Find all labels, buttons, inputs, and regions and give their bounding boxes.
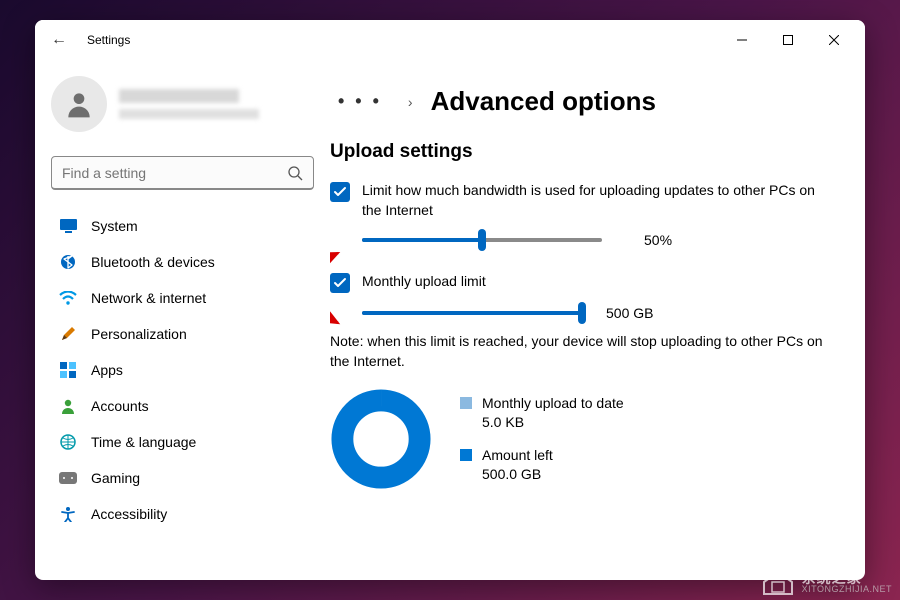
apps-icon [59, 361, 77, 379]
sidebar-item-label: System [91, 218, 138, 234]
sidebar-item-label: Network & internet [91, 290, 206, 306]
sidebar-item-accounts[interactable]: Accounts [47, 388, 318, 424]
monthly-slider-value: 500 GB [606, 305, 666, 321]
search-icon [287, 165, 303, 181]
profile-text [119, 89, 314, 119]
bandwidth-slider[interactable] [362, 230, 602, 250]
avatar [51, 76, 107, 132]
minimize-button[interactable] [719, 24, 765, 56]
window-controls [719, 24, 857, 56]
legend-text-left: Amount left 500.0 GB [482, 446, 553, 484]
sidebar-item-label: Accounts [91, 398, 149, 414]
sidebar-item-apps[interactable]: Apps [47, 352, 318, 388]
sidebar-item-personalization[interactable]: Personalization [47, 316, 318, 352]
monthly-slider[interactable] [362, 303, 582, 323]
slider-thumb[interactable] [478, 229, 486, 251]
slider-fill [362, 238, 482, 242]
slider-thumb[interactable] [578, 302, 586, 324]
bluetooth-icon [59, 253, 77, 271]
usage-legend: Monthly upload to date 5.0 KB Amount lef… [460, 394, 624, 484]
legend-left-value: 500.0 GB [482, 465, 553, 484]
bandwidth-limit-label: Limit how much bandwidth is used for upl… [362, 181, 837, 220]
sidebar-item-system[interactable]: System [47, 208, 318, 244]
legend-left-label: Amount left [482, 446, 553, 465]
person-icon [59, 397, 77, 415]
person-icon [63, 88, 95, 120]
minimize-icon [737, 35, 747, 45]
watermark: 系统之家 XITONGZHIJIA.NET [760, 568, 892, 596]
sidebar-item-label: Apps [91, 362, 123, 378]
sidebar-item-accessibility[interactable]: Accessibility [47, 496, 318, 532]
sidebar: System Bluetooth & devices Network & int… [35, 60, 330, 580]
window-body: System Bluetooth & devices Network & int… [35, 60, 865, 580]
legend-item-used: Monthly upload to date 5.0 KB [460, 394, 624, 432]
back-button[interactable]: ← [43, 24, 75, 56]
accessibility-icon [59, 505, 77, 523]
breadcrumb-ellipsis[interactable]: • • • [330, 91, 390, 112]
maximize-button[interactable] [765, 24, 811, 56]
usage-donut-chart [330, 388, 432, 490]
monthly-limit-checkbox[interactable] [330, 273, 350, 293]
monthly-limit-row: Monthly upload limit [330, 272, 837, 293]
sidebar-item-label: Accessibility [91, 506, 167, 522]
close-button[interactable] [811, 24, 857, 56]
content-pane: • • • › Advanced options Upload settings… [330, 60, 865, 580]
watermark-logo-icon [760, 568, 796, 596]
section-heading: Upload settings [330, 141, 837, 163]
page-title: Advanced options [431, 86, 656, 117]
back-arrow-icon: ← [51, 31, 67, 49]
profile-name-obscured [119, 89, 239, 103]
legend-used-label: Monthly upload to date [482, 394, 624, 413]
bandwidth-slider-value: 50% [644, 232, 704, 248]
maximize-icon [783, 35, 793, 45]
slider-fill [362, 311, 582, 315]
sidebar-item-label: Gaming [91, 470, 140, 486]
close-icon [829, 35, 839, 45]
watermark-text-cn: 系统之家 [802, 571, 892, 585]
legend-item-left: Amount left 500.0 GB [460, 446, 624, 484]
search-input[interactable] [62, 165, 287, 181]
monthly-limit-label: Monthly upload limit [362, 272, 837, 292]
sidebar-item-gaming[interactable]: Gaming [47, 460, 318, 496]
legend-text-used: Monthly upload to date 5.0 KB [482, 394, 624, 432]
legend-swatch-left [460, 449, 472, 461]
checkmark-icon [333, 276, 347, 290]
profile-block[interactable] [47, 68, 318, 148]
chevron-right-icon: › [408, 94, 413, 110]
gamepad-icon [59, 469, 77, 487]
sidebar-item-label: Bluetooth & devices [91, 254, 215, 270]
bandwidth-slider-row: 50% [362, 230, 837, 250]
checkmark-icon [333, 185, 347, 199]
sidebar-item-bluetooth[interactable]: Bluetooth & devices [47, 244, 318, 280]
sidebar-item-network[interactable]: Network & internet [47, 280, 318, 316]
legend-used-value: 5.0 KB [482, 413, 624, 432]
search-box[interactable] [51, 156, 314, 190]
globe-clock-icon [59, 433, 77, 451]
bandwidth-limit-row: Limit how much bandwidth is used for upl… [330, 181, 837, 220]
monthly-limit-note: Note: when this limit is reached, your d… [330, 331, 837, 372]
sidebar-item-label: Personalization [91, 326, 187, 342]
bandwidth-limit-checkbox[interactable] [330, 182, 350, 202]
sidebar-item-time-language[interactable]: Time & language [47, 424, 318, 460]
legend-swatch-used [460, 397, 472, 409]
watermark-text-url: XITONGZHIJIA.NET [802, 585, 892, 594]
titlebar: ← Settings [35, 20, 865, 60]
monthly-slider-row: 500 GB [362, 303, 837, 323]
wifi-icon [59, 289, 77, 307]
sidebar-item-label: Time & language [91, 434, 196, 450]
profile-email-obscured [119, 109, 259, 119]
monitor-icon [59, 217, 77, 235]
usage-chart-row: Monthly upload to date 5.0 KB Amount lef… [330, 388, 837, 490]
breadcrumb: • • • › Advanced options [330, 86, 837, 117]
brush-icon [59, 325, 77, 343]
settings-window: ← Settings [35, 20, 865, 580]
window-title: Settings [87, 33, 130, 47]
